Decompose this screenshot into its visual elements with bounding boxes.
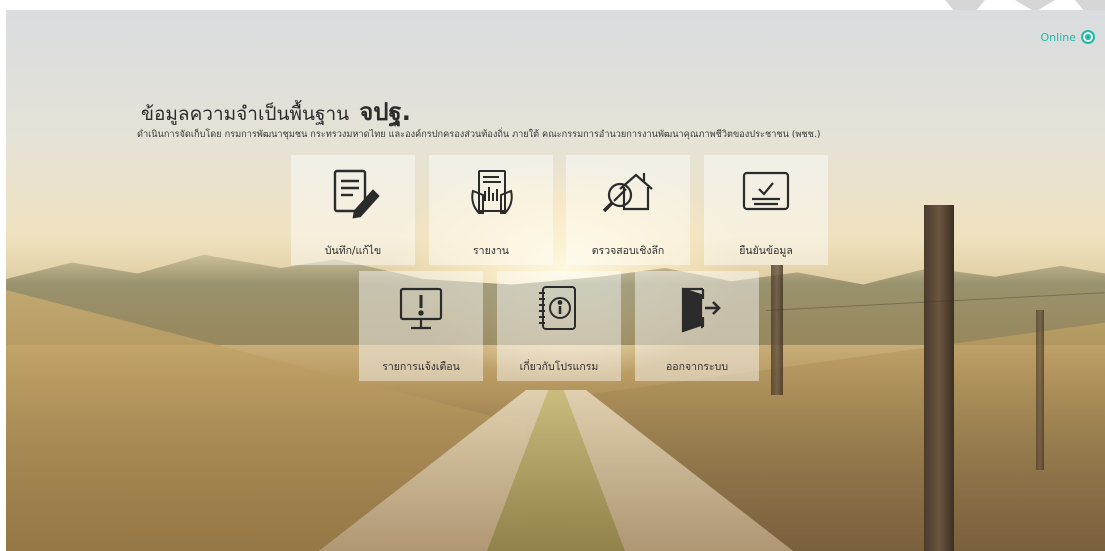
report-icon (429, 165, 553, 223)
menu-alerts-label: รายการแจ้งเตือน (382, 361, 460, 373)
menu-report-label: รายงาน (473, 245, 509, 257)
status-label: Online (1040, 30, 1076, 44)
brand-text: จปฐ. (359, 98, 411, 126)
menu-record-button[interactable]: บันทึก/แก้ไข (291, 155, 415, 265)
menu-inspect-button[interactable]: ตรวจสอบเชิงลึก (566, 155, 690, 265)
menu-record-label: บันทึก/แก้ไข (324, 245, 382, 257)
page-title: ข้อมูลความจำเป็นพื้นฐาน จปฐ. (141, 92, 411, 131)
logout-door-icon (635, 281, 759, 339)
title-text: ข้อมูลความจำเป็นพื้นฐาน (141, 103, 350, 125)
menu-inspect-label: ตรวจสอบเชิงลึก (591, 245, 665, 257)
menu-alerts-button[interactable]: รายการแจ้งเตือน (359, 271, 483, 381)
edit-document-icon (291, 165, 415, 223)
page-subtitle: ดำเนินการจัดเก็บโดย กรมการพัฒนาชุมชน กระ… (137, 129, 821, 140)
info-notebook-icon (497, 281, 621, 339)
menu-report-button[interactable]: รายงาน (429, 155, 553, 265)
menu-logout-label: ออกจากระบบ (666, 361, 728, 373)
menu-logout-button[interactable]: ออกจากระบบ (635, 271, 759, 381)
confirm-check-icon (704, 165, 828, 223)
menu-confirm-button[interactable]: ยืนยันข้อมูล (704, 155, 828, 265)
connection-status: Online (1041, 30, 1095, 44)
alert-monitor-icon (359, 281, 483, 339)
status-online-icon (1081, 30, 1095, 44)
house-inspect-icon (566, 165, 690, 223)
menu-about-button[interactable]: เกี่ยวกับโปรแกรม (497, 271, 621, 381)
menu-confirm-label: ยืนยันข้อมูล (739, 245, 793, 257)
menu-about-label: เกี่ยวกับโปรแกรม (519, 361, 599, 373)
